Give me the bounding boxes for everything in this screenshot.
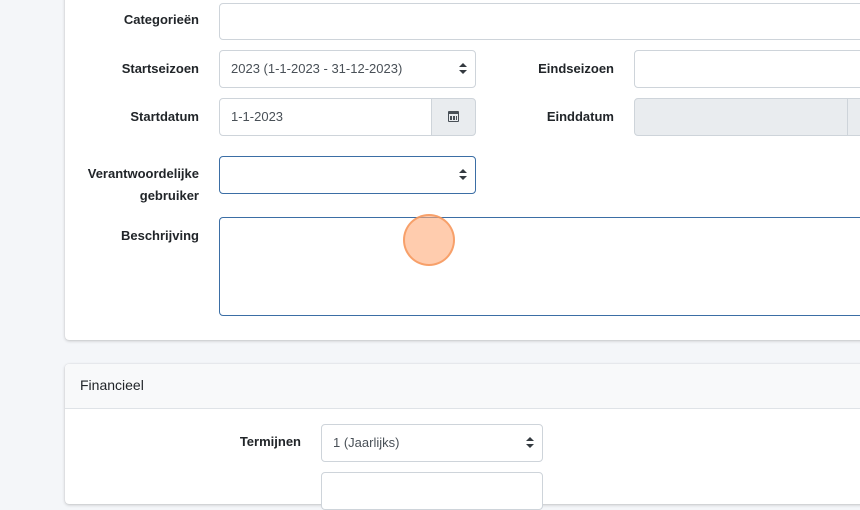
endseason-label: Eindseizoen — [538, 61, 614, 76]
chevron-up-down-icon — [459, 169, 467, 181]
startdate-value: 1-1-2023 — [231, 109, 284, 124]
responsible-label-line2: gebruiker — [139, 188, 199, 203]
responsible-label-line1: Verantwoordelijke — [87, 166, 199, 181]
startseason-value: 2023 (1-1-2023 - 31-12-2023) — [231, 61, 403, 76]
description-label: Beschrijving — [120, 228, 199, 243]
enddate-label: Einddatum — [546, 109, 614, 124]
responsible-user-select[interactable] — [219, 156, 476, 194]
terms-select[interactable]: 1 (Jaarlijks) — [321, 424, 543, 462]
chevron-up-down-icon — [526, 437, 534, 449]
financial-title: Financieel — [80, 377, 144, 393]
financial-card-header: Financieel — [65, 364, 860, 409]
startseason-label: Startseizoen — [121, 61, 199, 76]
terms-value: 1 (Jaarlijks) — [333, 435, 400, 450]
startdate-input[interactable]: 1-1-2023 — [219, 98, 432, 136]
calendar-icon — [447, 111, 459, 122]
description-textarea[interactable] — [219, 217, 860, 316]
enddate-calendar-button[interactable] — [847, 98, 860, 136]
endseason-select[interactable] — [634, 50, 860, 88]
enddate-input[interactable] — [634, 98, 848, 136]
startdate-calendar-button[interactable] — [431, 98, 476, 136]
click-indicator — [403, 214, 455, 266]
chevron-up-down-icon — [459, 63, 467, 75]
startseason-select[interactable]: 2023 (1-1-2023 - 31-12-2023) — [219, 50, 476, 88]
categories-input[interactable] — [219, 3, 860, 40]
categories-label: Categorieën — [123, 12, 199, 27]
terms-label: Termijnen — [239, 434, 301, 449]
startdate-label: Startdatum — [130, 109, 199, 124]
next-field-select[interactable] — [321, 472, 543, 510]
